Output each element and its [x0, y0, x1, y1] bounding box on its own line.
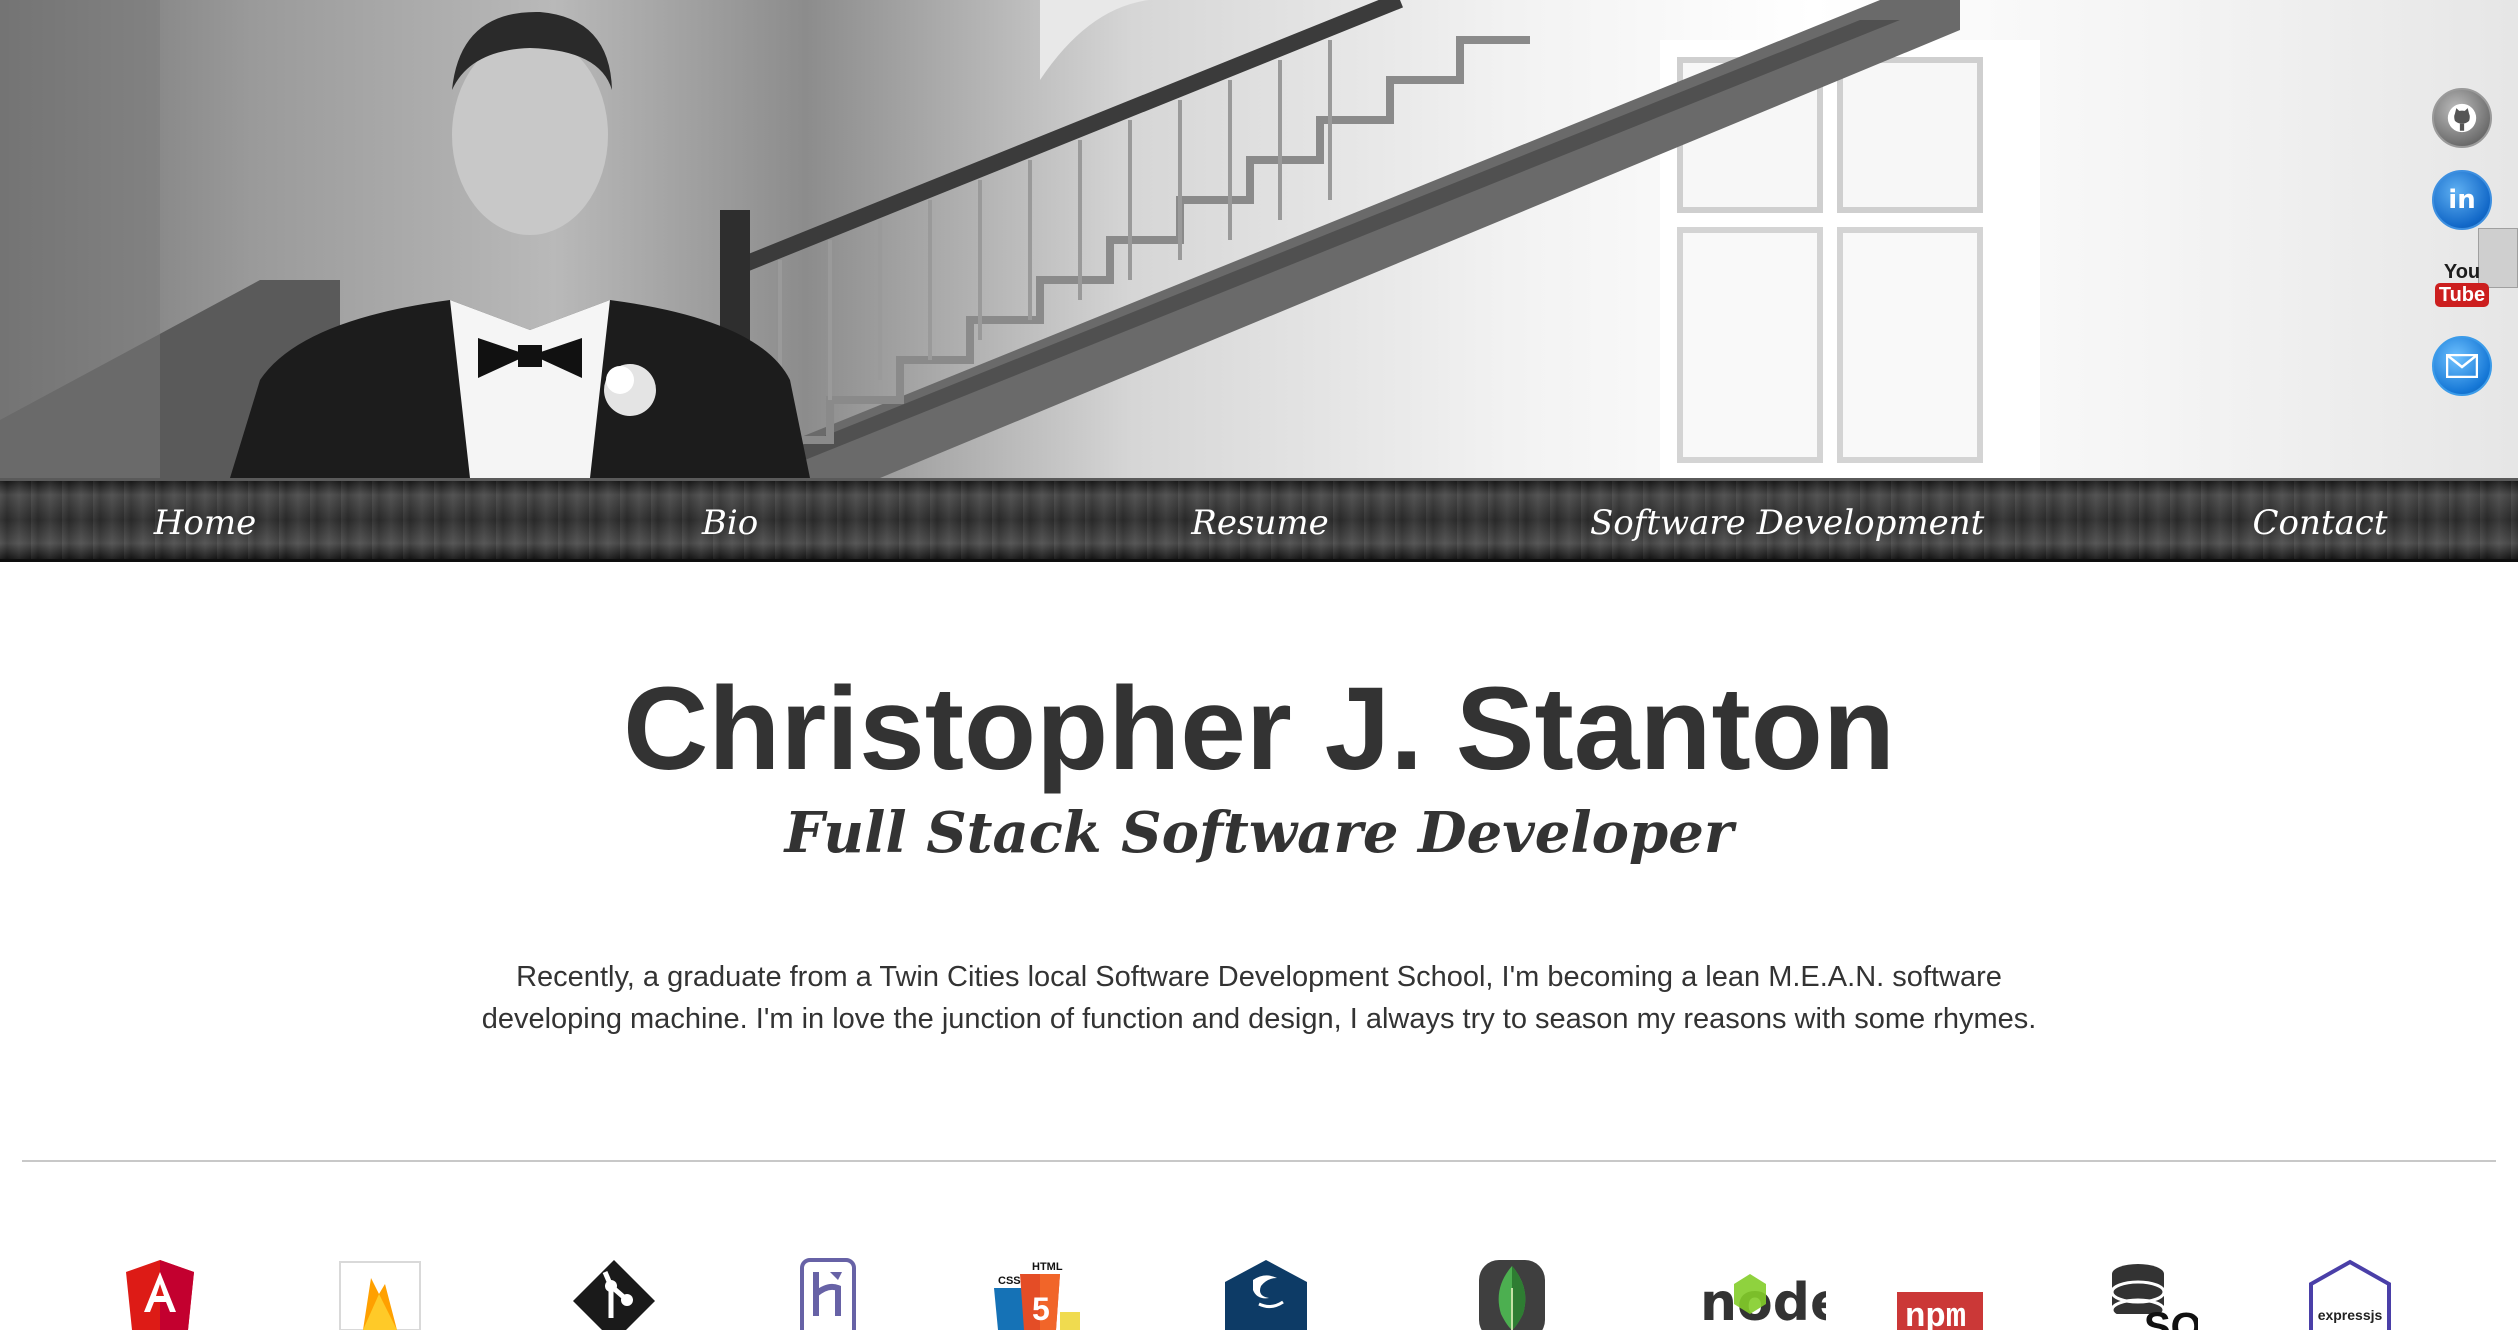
youtube-icon-tube: Tube	[2434, 282, 2490, 307]
nav-resume[interactable]: Resume	[1160, 503, 1360, 543]
linkedin-button[interactable]: in	[2432, 170, 2492, 230]
npm-icon: npm	[1890, 1258, 1990, 1330]
github-button[interactable]	[2432, 88, 2492, 148]
linkedin-icon: in	[2448, 185, 2476, 215]
angular-icon	[110, 1258, 210, 1330]
sql-database-icon: SQL	[2100, 1258, 2200, 1330]
youtube-button[interactable]: You Tube	[2432, 254, 2492, 314]
nav-software-development[interactable]: Software Development	[1590, 503, 1984, 543]
nav-contact[interactable]: Contact	[2220, 503, 2420, 543]
firebase-icon	[330, 1258, 430, 1330]
html5-label: HTML	[1032, 1261, 1063, 1273]
html5-css3-icon: HTML CSS 5	[980, 1258, 1080, 1330]
github-icon	[2447, 103, 2477, 133]
jquery-icon	[1216, 1258, 1316, 1330]
youtube-icon-you: You	[2443, 260, 2481, 283]
email-button[interactable]	[2432, 336, 2492, 396]
main-navigation: Home Bio Resume Software Development Con…	[0, 478, 2518, 562]
tech-stack-row: HTML CSS 5 node npm	[0, 1258, 2518, 1330]
git-icon	[564, 1258, 664, 1330]
page-subtitle: Full Stack Software Developer	[784, 800, 1734, 866]
heroku-icon	[778, 1258, 878, 1330]
nav-home[interactable]: Home	[110, 503, 300, 543]
svg-text:5: 5	[1032, 1291, 1050, 1327]
email-icon	[2446, 354, 2478, 378]
hero-banner	[0, 0, 2518, 478]
expressjs-label: expressjs	[2318, 1307, 2383, 1323]
section-divider	[22, 1160, 2496, 1162]
bio-paragraph: Recently, a graduate from a Twin Cities …	[481, 961, 2037, 1035]
nav-bio[interactable]: Bio	[650, 503, 810, 543]
nodejs-icon: node	[1696, 1258, 1826, 1330]
mongodb-icon	[1462, 1258, 1562, 1330]
expressjs-icon: expressjs	[2300, 1258, 2400, 1330]
npm-label: npm	[1905, 1299, 1966, 1330]
hero-photo	[0, 0, 2040, 478]
css3-label: CSS	[998, 1275, 1021, 1287]
sql-label: SQL	[2144, 1305, 2198, 1330]
page-title: Christopher J. Stanton	[623, 663, 1895, 795]
